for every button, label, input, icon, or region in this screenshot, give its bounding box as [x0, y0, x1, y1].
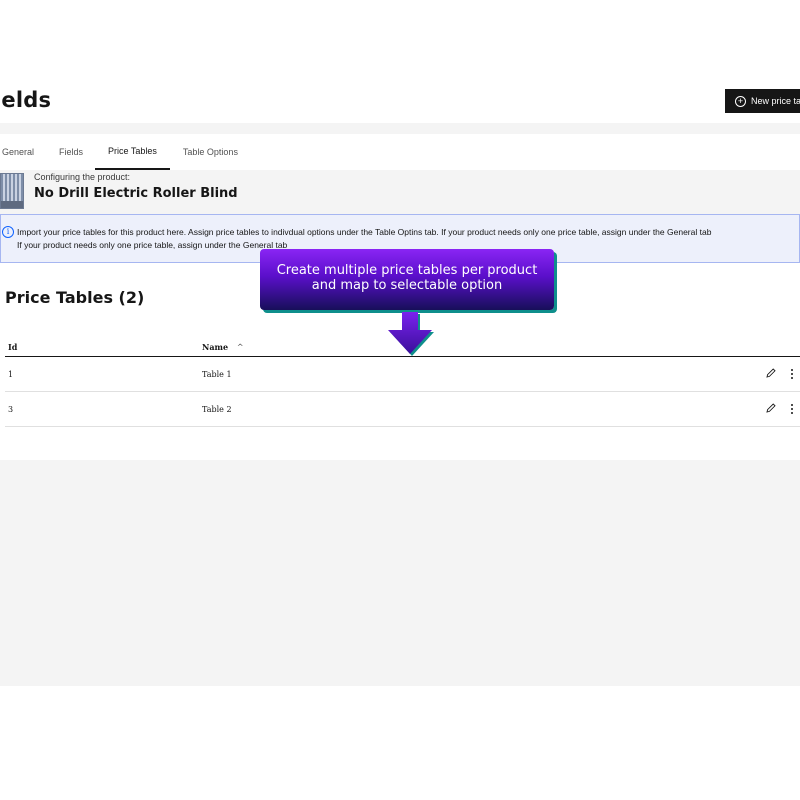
callout-text: Create multiple price tables per product… — [260, 263, 554, 293]
section-title: Price Tables (2) — [5, 288, 145, 307]
sort-ascending-icon[interactable]: ^ — [237, 343, 244, 352]
new-price-table-button[interactable]: + New price ta — [725, 89, 800, 113]
row-id: 3 — [8, 405, 14, 414]
product-header: Configuring the product: No Drill Electr… — [0, 170, 800, 214]
edit-icon[interactable] — [765, 367, 777, 379]
tab-fields[interactable]: Fields — [59, 134, 83, 170]
callout-line-1: Create multiple price tables per product — [276, 263, 538, 278]
table-row: 1 Table 1 — [5, 357, 800, 392]
tab-price-tables[interactable]: Price Tables — [95, 134, 170, 170]
row-name: Table 1 — [202, 370, 232, 379]
column-header-name-label: Name — [202, 342, 229, 352]
empty-content-area — [0, 460, 800, 686]
product-name: No Drill Electric Roller Blind — [34, 186, 238, 201]
table-row: 3 Table 2 — [5, 392, 800, 427]
info-icon: i — [2, 226, 14, 238]
notification-line-1: Import your price tables for this produc… — [17, 227, 712, 237]
column-header-id[interactable]: Id — [8, 342, 17, 352]
callout-line-2: and map to selectable option — [311, 278, 503, 293]
overflow-menu-icon[interactable] — [789, 402, 795, 416]
row-name: Table 2 — [202, 405, 232, 414]
edit-icon[interactable] — [765, 402, 777, 414]
header-divider — [0, 123, 800, 134]
product-thumbnail — [0, 173, 24, 209]
tab-general[interactable]: General — [2, 134, 34, 170]
row-id: 1 — [8, 370, 14, 379]
column-header-name[interactable]: Name ^ — [202, 342, 244, 352]
tab-table-options[interactable]: Table Options — [183, 134, 238, 170]
product-subtitle: Configuring the product: — [34, 172, 131, 182]
page-title: ields — [0, 88, 52, 112]
tutorial-callout: Create multiple price tables per product… — [260, 249, 554, 310]
down-arrow-icon — [388, 312, 434, 356]
add-circle-icon: + — [735, 95, 746, 107]
overflow-menu-icon[interactable] — [789, 367, 795, 381]
new-price-table-label: New price ta — [751, 96, 800, 106]
tab-bar: General Fields Price Tables Table Option… — [0, 134, 800, 170]
